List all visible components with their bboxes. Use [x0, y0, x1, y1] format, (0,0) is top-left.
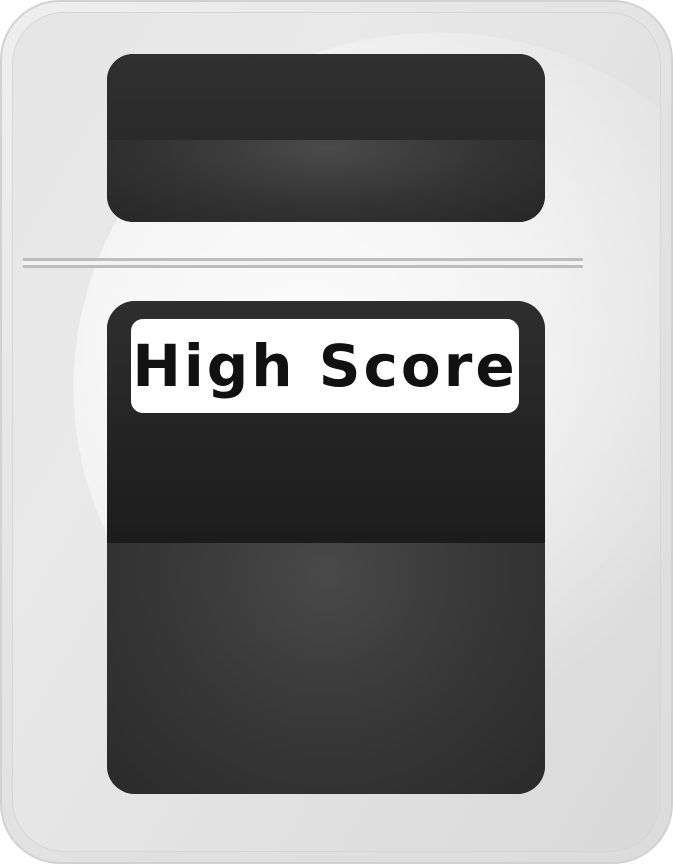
score-display-lower-half: [107, 543, 545, 794]
score-display-panel: High Score: [107, 301, 545, 794]
high-score-title: High Score: [132, 332, 518, 400]
high-score-label: High Score: [131, 319, 519, 413]
high-score-card: High Score: [0, 0, 673, 864]
top-display-upper-half: [107, 54, 545, 140]
divider-line: [23, 256, 583, 270]
top-display-lower-half: [107, 140, 545, 222]
top-display-panel: [107, 54, 545, 222]
